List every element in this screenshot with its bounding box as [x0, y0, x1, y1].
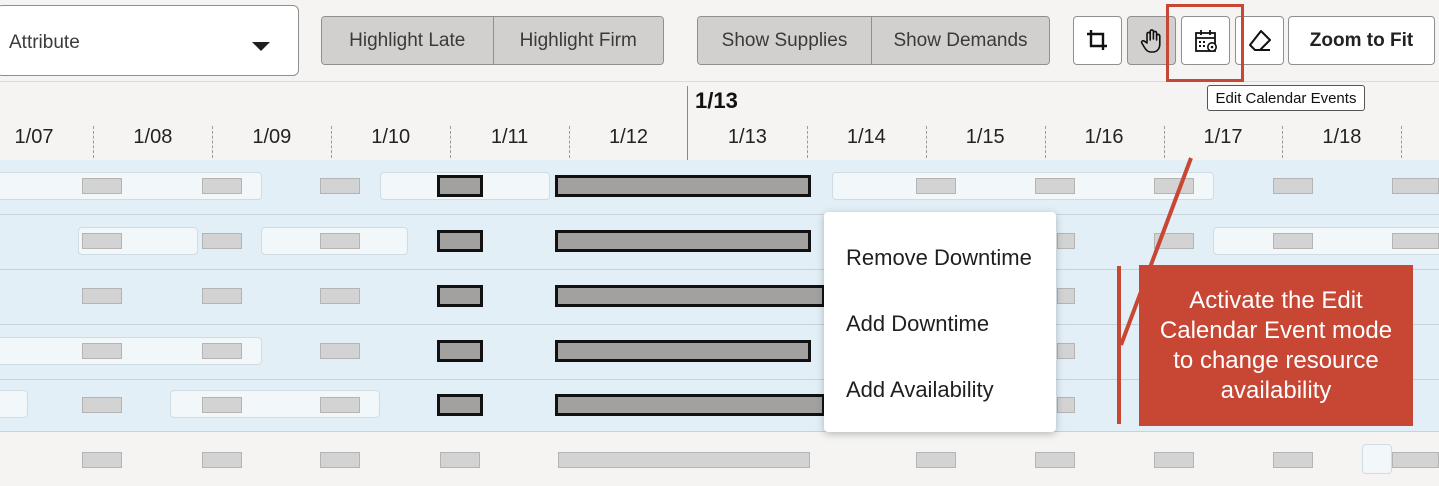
downtime-slot[interactable]: [1392, 452, 1439, 468]
timeline-tick: [569, 126, 570, 158]
downtime-slot[interactable]: [1392, 233, 1439, 249]
downtime-slot[interactable]: [1057, 397, 1075, 413]
highlight-late-button[interactable]: Highlight Late: [322, 17, 493, 64]
supply-demand-button-group: Show Supplies Show Demands: [697, 16, 1050, 65]
edit-calendar-tooltip: Edit Calendar Events: [1207, 85, 1365, 111]
operation-bar[interactable]: [555, 175, 811, 197]
current-date-label: 1/13: [695, 88, 738, 113]
downtime-slot[interactable]: [1057, 288, 1075, 304]
resource-row[interactable]: [0, 160, 1439, 215]
menu-item-remove-downtime[interactable]: Remove Downtime: [846, 245, 1032, 271]
downtime-slot[interactable]: [1273, 233, 1313, 249]
downtime-slot[interactable]: [202, 397, 242, 413]
timeline-tick: [807, 126, 808, 158]
timeline-date-label: 1/10: [371, 126, 411, 148]
timeline-tick: [1164, 126, 1165, 158]
timeline-date-label: 1/14: [846, 126, 886, 148]
highlight-firm-button[interactable]: Highlight Firm: [492, 17, 663, 64]
downtime-slot[interactable]: [202, 233, 242, 249]
edit-calendar-highlight-box: [1166, 4, 1244, 82]
resource-row[interactable]: [0, 215, 1439, 270]
downtime-slot[interactable]: [320, 288, 360, 304]
show-demands-button[interactable]: Show Demands: [871, 17, 1049, 64]
downtime-slot[interactable]: [558, 452, 810, 468]
callout-annotation: Activate the Edit Calendar Event mode to…: [1139, 265, 1413, 426]
downtime-slot[interactable]: [82, 343, 122, 359]
menu-item-add-downtime[interactable]: Add Downtime: [846, 311, 989, 337]
timeline-tick: [450, 126, 451, 158]
operation-bar[interactable]: [555, 394, 825, 416]
downtime-slot[interactable]: [1273, 178, 1313, 194]
resource-row[interactable]: [0, 432, 1439, 486]
callout-bracket: [1117, 266, 1121, 424]
downtime-slot[interactable]: [202, 343, 242, 359]
timeline-date-label: 1/07: [14, 126, 54, 148]
crop-select-icon: [1086, 29, 1107, 50]
operation-bar[interactable]: [437, 175, 483, 197]
downtime-slot[interactable]: [82, 397, 122, 413]
timeline-date-label: 1/16: [1084, 126, 1124, 148]
downtime-slot[interactable]: [320, 343, 360, 359]
downtime-slot[interactable]: [82, 452, 122, 468]
timeline-tick: [1045, 126, 1046, 158]
operation-bar[interactable]: [437, 340, 483, 362]
attribute-select[interactable]: Attribute: [0, 5, 299, 76]
operation-bar[interactable]: [437, 285, 483, 307]
timeline-tick: [212, 126, 213, 158]
operation-bar[interactable]: [555, 230, 811, 252]
zoom-to-fit-button[interactable]: Zoom to Fit: [1288, 16, 1435, 65]
downtime-slot[interactable]: [1154, 233, 1194, 249]
pan-hand-icon: [1140, 28, 1161, 53]
downtime-slot[interactable]: [1057, 233, 1075, 249]
downtime-slot[interactable]: [82, 233, 122, 249]
timeline-date-label: 1/11: [490, 126, 529, 148]
downtime-slot[interactable]: [1273, 452, 1313, 468]
attribute-select-value: Attribute: [9, 32, 80, 53]
timeline-date-label: 1/18: [1322, 126, 1362, 148]
downtime-slot[interactable]: [916, 178, 956, 194]
menu-item-add-availability[interactable]: Add Availability: [846, 377, 994, 403]
chevron-down-icon: [252, 42, 270, 51]
timeline-tick: [1401, 126, 1402, 158]
downtime-slot[interactable]: [202, 288, 242, 304]
timeline-date-label: 1/13: [727, 126, 767, 148]
eraser-icon: [1248, 29, 1271, 51]
operation-bar[interactable]: [437, 394, 483, 416]
calendar-lane: [1362, 444, 1392, 474]
timeline-tick: [926, 126, 927, 158]
downtime-slot[interactable]: [202, 178, 242, 194]
downtime-slot[interactable]: [1035, 452, 1075, 468]
downtime-slot[interactable]: [1392, 178, 1439, 194]
current-date-divider: [687, 86, 688, 160]
downtime-slot[interactable]: [1035, 178, 1075, 194]
operation-bar[interactable]: [555, 285, 825, 307]
timeline-date-label: 1/17: [1203, 126, 1243, 148]
downtime-slot[interactable]: [82, 178, 122, 194]
downtime-slot[interactable]: [320, 452, 360, 468]
timeline-tick: [93, 126, 94, 158]
timeline-date-label: 1/15: [965, 126, 1005, 148]
downtime-slot[interactable]: [320, 397, 360, 413]
downtime-slot[interactable]: [1057, 343, 1075, 359]
downtime-slot[interactable]: [440, 452, 480, 468]
timeline-date-label: 1/08: [133, 126, 173, 148]
timeline-tick: [1282, 126, 1283, 158]
crop-select-button[interactable]: [1073, 16, 1122, 65]
timeline-date-label: 1/09: [252, 126, 292, 148]
downtime-slot[interactable]: [916, 452, 956, 468]
context-menu: Remove Downtime Add Downtime Add Availab…: [824, 212, 1056, 432]
timeline-date-label: 1/12: [609, 126, 648, 148]
downtime-slot[interactable]: [1154, 452, 1194, 468]
timeline-tick: [331, 126, 332, 158]
calendar-lane: [0, 390, 28, 418]
downtime-slot[interactable]: [320, 233, 360, 249]
operation-bar[interactable]: [555, 340, 811, 362]
downtime-slot[interactable]: [320, 178, 360, 194]
highlight-button-group: Highlight Late Highlight Firm: [321, 16, 664, 65]
downtime-slot[interactable]: [202, 452, 242, 468]
operation-bar[interactable]: [437, 230, 483, 252]
downtime-slot[interactable]: [1154, 178, 1194, 194]
show-supplies-button[interactable]: Show Supplies: [698, 17, 871, 64]
downtime-slot[interactable]: [82, 288, 122, 304]
